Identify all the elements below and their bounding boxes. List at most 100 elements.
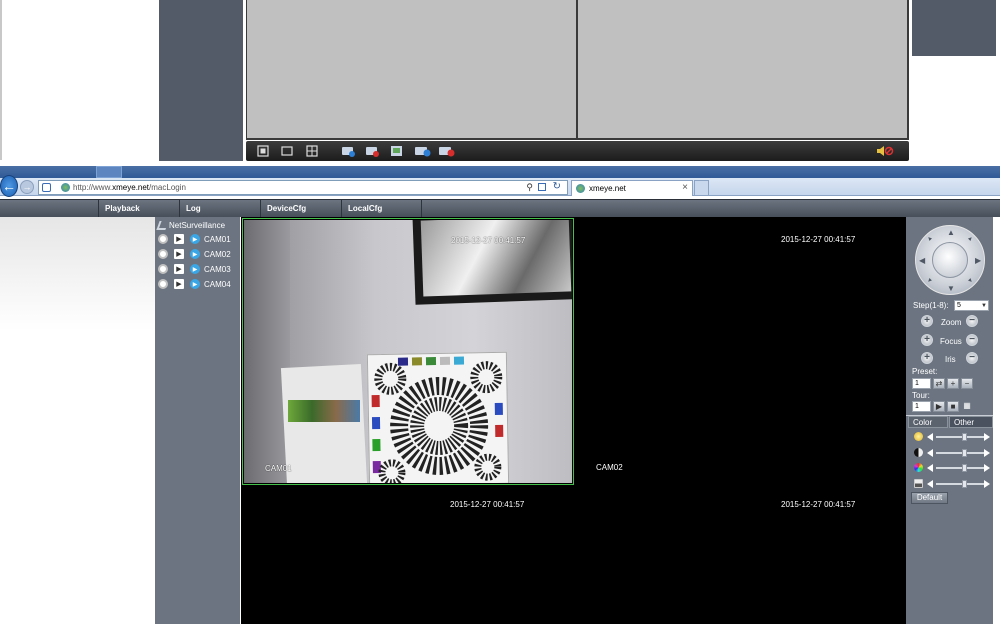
top-video-pane-2[interactable]	[578, 0, 907, 138]
record-dot-icon[interactable]	[158, 249, 168, 259]
tab-title: xmeye.net	[589, 184, 626, 193]
search-icon[interactable]: ⚲	[526, 182, 533, 193]
video-cell-1[interactable]: 2015-12-27 00:41:57 CAM01	[242, 218, 574, 485]
focus-far-button[interactable]: −	[966, 334, 978, 346]
background-strip	[0, 0, 158, 160]
increase-icon[interactable]	[984, 433, 990, 441]
ptz-down-left-icon[interactable]: ▲	[926, 276, 934, 284]
preset-goto-button[interactable]: ⇄	[933, 378, 945, 389]
refresh-icon[interactable]: ↻	[553, 181, 561, 192]
increase-icon[interactable]	[984, 449, 990, 457]
tour-grid-icon[interactable]: ▦	[961, 401, 973, 412]
fullscreen-icon[interactable]	[256, 144, 270, 158]
menu-devicecfg[interactable]: DeviceCfg	[260, 200, 341, 218]
record-icon[interactable]	[341, 144, 357, 158]
iris-close-button[interactable]: −	[966, 352, 978, 364]
decrease-icon[interactable]	[927, 449, 933, 457]
slider-knob[interactable]	[962, 449, 968, 457]
preset-delete-button[interactable]: −	[961, 378, 973, 389]
play-icon[interactable]: ▶	[174, 264, 184, 274]
single-view-icon[interactable]	[280, 144, 294, 158]
video-cell-4[interactable]: 2015-12-27 00:41:57	[575, 487, 905, 624]
slider-track	[936, 452, 984, 454]
ptz-up-right-icon[interactable]: ▲	[966, 235, 974, 243]
tree-camera-2[interactable]: ▶ ▶ CAM02	[155, 247, 240, 261]
increase-icon[interactable]	[984, 464, 990, 472]
preset-add-button[interactable]: +	[947, 378, 959, 389]
snapshot-icon[interactable]	[389, 144, 405, 158]
tab-close-icon[interactable]: ×	[682, 182, 688, 193]
step-select[interactable]: 5 ▼	[954, 300, 989, 311]
close-all-icon[interactable]	[438, 144, 456, 158]
tab-other[interactable]: Other	[949, 416, 993, 428]
zoom-in-button[interactable]: +	[921, 315, 933, 327]
quad-view-icon[interactable]	[305, 144, 319, 158]
ptz-up-left-icon[interactable]: ▲	[926, 235, 934, 243]
contrast-slider[interactable]	[912, 447, 990, 459]
compat-view-icon[interactable]	[538, 183, 546, 191]
brightness-slider[interactable]	[912, 431, 990, 443]
video-cell-3[interactable]: 2015-12-27 00:41:57	[242, 487, 574, 624]
increase-icon[interactable]	[984, 480, 990, 488]
address-bar[interactable]: http://www.xmeye.net/macLogin ⚲ ↻	[38, 180, 568, 195]
tree-camera-1[interactable]: ▶ ▶ CAM01	[155, 232, 240, 246]
top-toolbar	[246, 141, 909, 161]
play-icon[interactable]: ▶	[174, 249, 184, 259]
volume-mute-icon[interactable]	[876, 144, 894, 158]
default-button[interactable]: Default	[911, 492, 948, 504]
record-dot-icon[interactable]	[158, 264, 168, 274]
camera-label: CAM01	[204, 234, 231, 244]
back-arrow-icon[interactable]: ←	[0, 175, 18, 197]
hue-slider[interactable]	[912, 478, 990, 490]
slider-knob[interactable]	[962, 433, 968, 441]
app-menu-bar: Playback Log DeviceCfg LocalCfg	[0, 199, 1000, 218]
ptz-up-icon[interactable]: ▲	[947, 228, 955, 237]
saturation-icon	[914, 463, 923, 472]
forward-arrow-icon[interactable]: →	[20, 180, 34, 194]
tree-camera-4[interactable]: ▶ ▶ CAM04	[155, 277, 240, 291]
ptz-left-icon[interactable]: ◀	[919, 256, 925, 265]
menu-localcfg[interactable]: LocalCfg	[341, 200, 422, 218]
record-dot-icon[interactable]	[158, 234, 168, 244]
decrease-icon[interactable]	[927, 433, 933, 441]
ptz-down-right-icon[interactable]: ▲	[966, 276, 974, 284]
decrease-icon[interactable]	[927, 480, 933, 488]
shield-icon[interactable]	[42, 183, 51, 192]
preset-label: Preset:	[912, 367, 938, 376]
focus-near-button[interactable]: +	[921, 334, 933, 346]
ptz-right-icon[interactable]: ▶	[975, 256, 981, 265]
ptz-down-icon[interactable]: ▼	[947, 284, 955, 293]
top-video-pane-1[interactable]	[247, 0, 576, 138]
ptz-center-button[interactable]	[932, 242, 968, 278]
slider-knob[interactable]	[962, 464, 968, 472]
slider-knob[interactable]	[962, 480, 968, 488]
tree-root[interactable]: NetSurveillance	[155, 218, 240, 232]
tour-input[interactable]: 1	[912, 401, 931, 412]
tour-play-button[interactable]: ▶	[933, 401, 945, 412]
saturation-slider[interactable]	[912, 462, 990, 474]
camera-icon: ▶	[190, 234, 200, 244]
play-icon[interactable]: ▶	[174, 279, 184, 289]
video-cell-2[interactable]: 2015-12-27 00:41:57 CAM02	[575, 218, 905, 485]
record-dot-icon[interactable]	[158, 279, 168, 289]
zoom-out-button[interactable]: −	[966, 315, 978, 327]
camera-feed-image	[244, 220, 572, 483]
tree-camera-3[interactable]: ▶ ▶ CAM03	[155, 262, 240, 276]
new-tab-button[interactable]	[694, 180, 709, 196]
stop-record-icon[interactable]	[365, 144, 381, 158]
decrease-icon[interactable]	[927, 464, 933, 472]
hue-icon	[914, 479, 923, 488]
taskbar-thumbnail[interactable]	[96, 166, 122, 178]
camera-icon: ▶	[190, 279, 200, 289]
slider-track	[936, 436, 984, 438]
tour-label: Tour:	[912, 391, 930, 400]
iris-open-button[interactable]: +	[921, 352, 933, 364]
tour-stop-button[interactable]: ■	[947, 401, 959, 412]
menu-log[interactable]: Log	[179, 200, 260, 218]
tab-xmeye[interactable]: xmeye.net ×	[571, 180, 693, 196]
play-icon[interactable]: ▶	[174, 234, 184, 244]
tab-color[interactable]: Color	[908, 416, 948, 428]
preset-input[interactable]: 1	[912, 378, 931, 389]
menu-playback[interactable]: Playback	[98, 200, 178, 218]
open-all-icon[interactable]	[414, 144, 432, 158]
